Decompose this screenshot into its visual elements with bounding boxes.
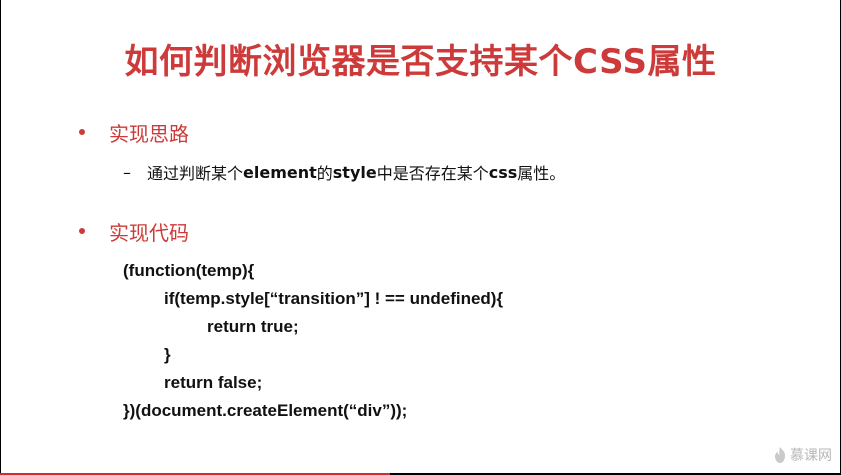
bullet-item-code: 实现代码 [79, 218, 189, 245]
slide-canvas: 如何判断浏览器是否支持某个CSS属性 实现思路 – 通过判断某个 element… [1, 0, 840, 473]
sub-text-part2: element [243, 162, 317, 182]
watermark: 慕课网 [774, 445, 832, 465]
slide-title: 如何判断浏览器是否支持某个CSS属性 [124, 42, 717, 82]
sub-text-part5: 中是否存在某个 [376, 164, 489, 183]
code-line: if(temp.style[“transition”] ! == undefin… [164, 289, 504, 308]
code-line: })(document.createElement(“div”)); [123, 401, 408, 420]
sub-text-part7: 属性。 [517, 164, 566, 183]
flame-icon [774, 447, 786, 463]
code-line: (function(temp){ [123, 261, 255, 280]
sub-text-part3: 的 [316, 164, 333, 183]
bullet-label: 实现代码 [109, 220, 189, 245]
sub-item-description: – 通过判断某个 element 的 style 中是否存在某个 css 属性。 [123, 160, 565, 184]
bullet-item-approach: 实现思路 [79, 119, 189, 146]
sub-text-part6: css [488, 162, 518, 182]
code-line: } [164, 345, 171, 364]
sub-text-part1: 通过判断某个 [147, 164, 244, 183]
code-line: return true; [207, 317, 299, 336]
code-line: return false; [164, 373, 263, 392]
bullet-dot-icon [79, 129, 85, 135]
watermark-text: 慕课网 [790, 448, 832, 464]
bullet-dot-icon [79, 228, 85, 234]
sub-text-part4: style [332, 162, 377, 182]
dash-marker: – [123, 162, 131, 182]
bullet-label: 实现思路 [109, 121, 189, 146]
